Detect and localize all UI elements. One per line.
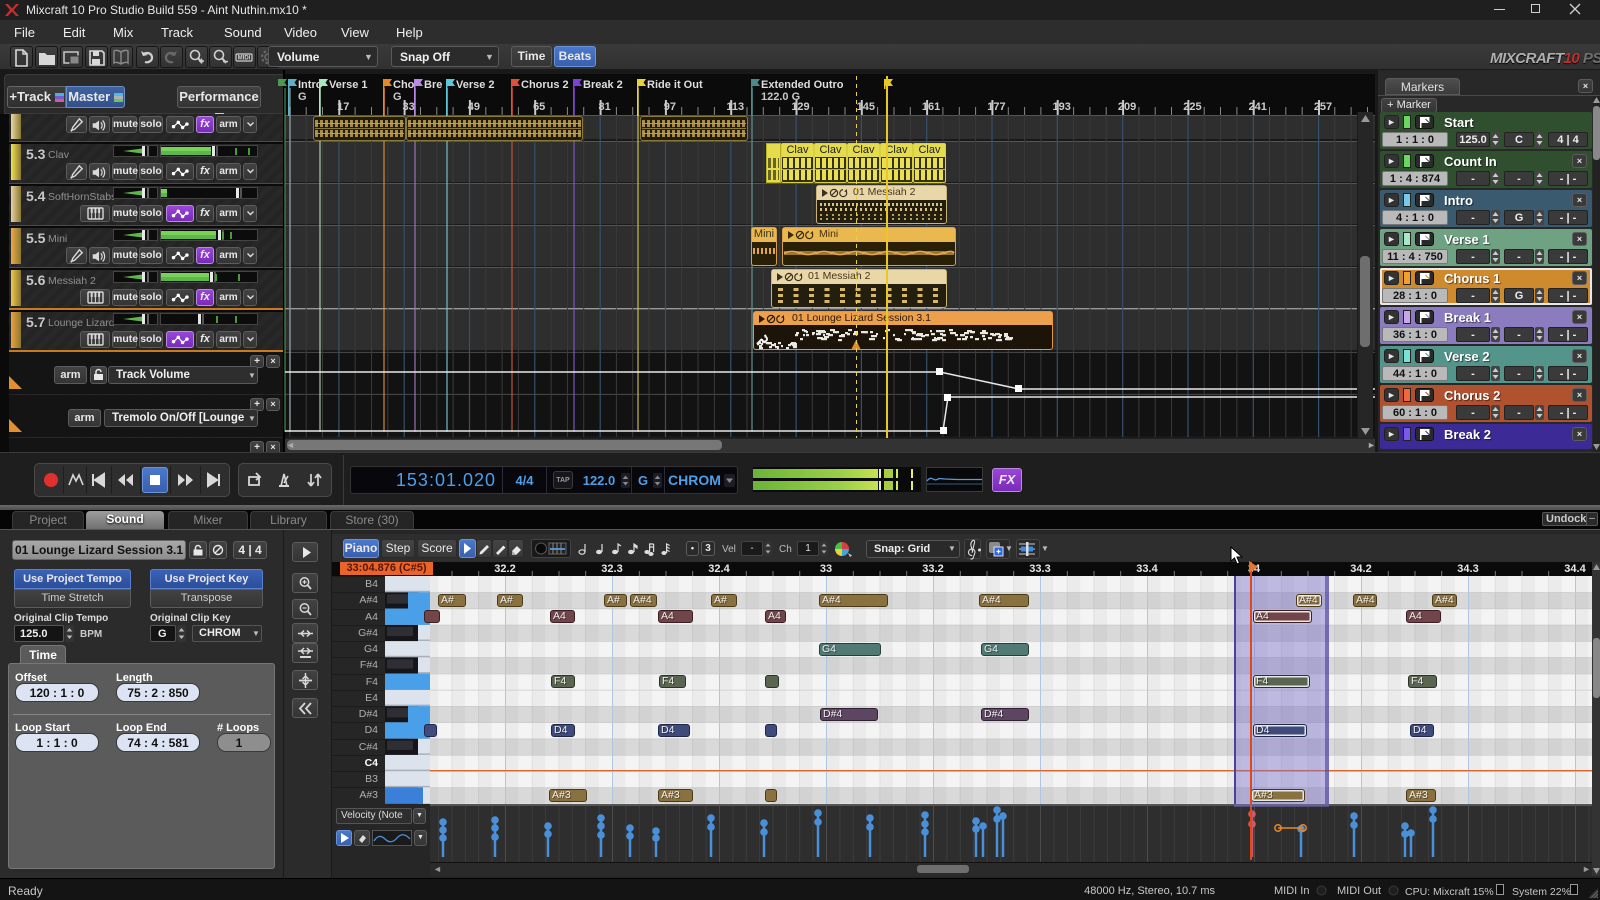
svg-text:65: 65 xyxy=(533,101,545,113)
svg-text:145: 145 xyxy=(857,101,875,113)
svg-text:MIDI: MIDI xyxy=(238,56,251,62)
svg-text:33.3: 33.3 xyxy=(1029,563,1050,575)
svg-text:32.3: 32.3 xyxy=(601,563,622,575)
svg-text:161: 161 xyxy=(922,101,940,113)
svg-text:49: 49 xyxy=(468,101,480,113)
svg-text:33: 33 xyxy=(820,563,832,575)
svg-text:34.2: 34.2 xyxy=(1350,563,1371,575)
svg-text:241: 241 xyxy=(1249,101,1267,113)
svg-text:33.4: 33.4 xyxy=(1136,563,1158,575)
svg-text:81: 81 xyxy=(598,101,610,113)
svg-text:225: 225 xyxy=(1183,101,1201,113)
svg-text:97: 97 xyxy=(664,101,676,113)
svg-text:32.2: 32.2 xyxy=(494,563,515,575)
svg-text:257: 257 xyxy=(1314,101,1332,113)
svg-text:33: 33 xyxy=(402,101,414,113)
svg-text:32.4: 32.4 xyxy=(708,563,730,575)
svg-text:177: 177 xyxy=(987,101,1005,113)
svg-text:17: 17 xyxy=(337,101,349,113)
svg-text:209: 209 xyxy=(1118,101,1136,113)
svg-text:34.3: 34.3 xyxy=(1457,563,1478,575)
svg-text:193: 193 xyxy=(1053,101,1071,113)
svg-text:33.2: 33.2 xyxy=(922,563,943,575)
svg-text:113: 113 xyxy=(726,101,744,113)
svg-text:34.4: 34.4 xyxy=(1564,563,1586,575)
